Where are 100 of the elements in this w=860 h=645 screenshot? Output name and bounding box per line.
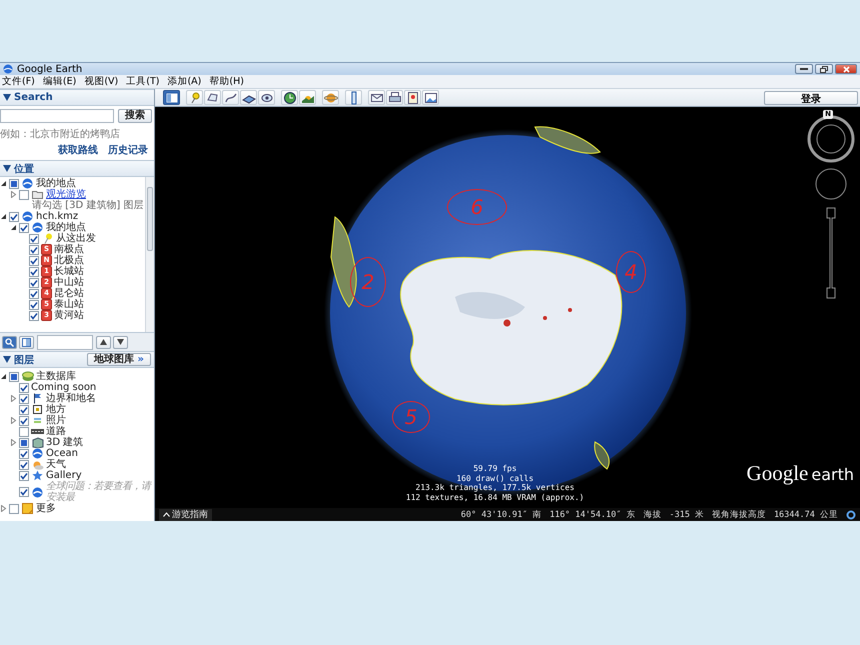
checkbox[interactable] — [19, 404, 29, 414]
move-up-button[interactable] — [96, 336, 111, 348]
eye-altitude-value: 16344.74 公里 — [774, 508, 838, 520]
expand-arrow-icon[interactable] — [10, 439, 17, 446]
place-item[interactable]: 北极点 — [54, 255, 84, 266]
minimize-button[interactable] — [795, 64, 813, 74]
place-item[interactable]: 长城站 — [54, 266, 84, 277]
down-arrow-icon — [117, 339, 124, 345]
place-item[interactable]: 黄河站 — [54, 310, 84, 321]
layer-item[interactable]: 3D 建筑 — [46, 437, 84, 448]
look-joystick-icon[interactable] — [816, 168, 846, 200]
layer-item[interactable]: 更多 — [36, 503, 56, 514]
latitude-text: 60° 43'10.91″ 南 — [460, 508, 542, 520]
checkbox[interactable] — [29, 266, 39, 276]
checkbox[interactable] — [19, 460, 29, 470]
checkbox[interactable] — [19, 382, 29, 392]
checkbox[interactable] — [29, 310, 39, 320]
layer-item[interactable]: Gallery — [46, 470, 82, 481]
search-tool-button[interactable] — [2, 336, 17, 348]
menu-item[interactable]: 工具(T) — [126, 75, 160, 88]
checkbox[interactable] — [29, 278, 39, 288]
panel-toggle-button[interactable] — [19, 336, 34, 348]
layer-item[interactable]: Ocean — [46, 448, 78, 459]
layer-item[interactable]: Coming soon — [31, 382, 96, 393]
layer-item[interactable]: 主数据库 — [36, 371, 76, 382]
collapse-arrow-icon[interactable] — [3, 165, 11, 172]
place-item[interactable]: 南极点 — [54, 244, 84, 255]
scrollbar[interactable] — [145, 177, 154, 332]
layer-item[interactable]: 地方 — [46, 404, 66, 415]
link[interactable]: 历史记录 — [108, 143, 148, 157]
layer-item[interactable]: 天气 — [46, 459, 66, 470]
logo: Google earth — [746, 461, 854, 486]
place-item[interactable]: hch.kmz — [36, 211, 78, 222]
place-item[interactable]: 观光游览 — [46, 189, 86, 200]
checkbox[interactable] — [19, 190, 29, 200]
checkbox[interactable] — [19, 426, 29, 436]
collapse-arrow-icon[interactable] — [0, 373, 7, 380]
place-item[interactable]: 我的地点 — [36, 178, 76, 189]
collapse-arrow-icon[interactable] — [10, 224, 17, 231]
checkbox[interactable] — [19, 416, 29, 426]
menu-item[interactable]: 视图(V) — [84, 75, 118, 88]
menu-item[interactable]: 文件(F) — [2, 75, 35, 88]
render-stats-line: 160 draw() calls — [455, 474, 535, 483]
expand-arrow-icon[interactable] — [10, 191, 17, 198]
filter-field[interactable] — [37, 334, 93, 350]
checkbox[interactable] — [9, 178, 19, 188]
expand-arrow-icon[interactable] — [10, 417, 17, 424]
checkbox[interactable] — [9, 372, 19, 382]
place-item[interactable]: 我的地点 — [46, 222, 86, 233]
panel-header[interactable]: 图层 地球图库 » — [0, 351, 154, 368]
collapse-arrow-icon[interactable] — [3, 356, 11, 363]
move-down-button[interactable] — [113, 336, 128, 348]
checkbox[interactable] — [19, 438, 29, 448]
close-button[interactable] — [835, 64, 857, 74]
panel-title: 图层 — [14, 354, 34, 366]
collapse-arrow-icon[interactable] — [3, 94, 11, 101]
layer-item[interactable]: 道路 — [46, 426, 66, 437]
search-field[interactable] — [0, 109, 114, 123]
checkbox[interactable] — [19, 470, 29, 480]
toolbar-button[interactable] — [163, 90, 180, 105]
checkbox[interactable] — [29, 256, 39, 266]
expand-arrow-icon[interactable] — [10, 395, 17, 402]
layer-item[interactable]: 照片 — [46, 415, 66, 426]
place-item[interactable]: 昆仑站 — [54, 288, 84, 299]
checkbox[interactable] — [29, 288, 39, 298]
search-button[interactable]: 搜索 — [118, 109, 152, 123]
menu-item[interactable]: 帮助(H) — [209, 75, 244, 88]
tour-guide-button[interactable]: 游览指南 — [159, 508, 212, 520]
zoom-bar-icon[interactable] — [826, 208, 836, 298]
close-icon — [842, 66, 850, 72]
checkbox[interactable] — [29, 234, 39, 244]
panel-header[interactable]: Search — [0, 89, 154, 106]
collapse-arrow-icon[interactable] — [0, 180, 7, 187]
place-item[interactable]: 中山站 — [54, 277, 84, 288]
place-item[interactable]: 从这出发 — [56, 233, 96, 244]
photo-icon — [33, 416, 42, 425]
sign-in-button[interactable]: 登录 — [764, 90, 858, 104]
checkbox[interactable] — [19, 448, 29, 458]
globe-icon — [32, 222, 43, 233]
gallery-button[interactable]: 地球图库 » — [87, 353, 151, 366]
panel-header[interactable]: 位置 — [0, 160, 154, 177]
checkbox[interactable] — [19, 394, 29, 404]
checkbox[interactable] — [9, 212, 19, 222]
globe-icon — [22, 178, 33, 189]
expand-arrow-icon[interactable] — [0, 505, 7, 512]
checkbox[interactable] — [29, 300, 39, 310]
place-item[interactable]: 泰山站 — [54, 299, 84, 310]
menu-item[interactable]: 编辑(E) — [42, 75, 76, 88]
restore-icon — [820, 66, 828, 72]
checkbox[interactable] — [9, 504, 19, 514]
checkbox[interactable] — [19, 222, 29, 232]
layer-item[interactable]: 边界和地名 — [46, 393, 96, 404]
collapse-arrow-icon[interactable] — [0, 213, 7, 220]
restore-button[interactable] — [815, 64, 833, 74]
menu-item[interactable]: 添加(A) — [167, 75, 202, 88]
link[interactable]: 获取路线 — [58, 143, 98, 157]
printer-icon — [388, 90, 402, 104]
globe-icon — [22, 211, 33, 222]
compass-ring-icon[interactable] — [808, 116, 854, 162]
checkbox[interactable] — [29, 244, 39, 254]
